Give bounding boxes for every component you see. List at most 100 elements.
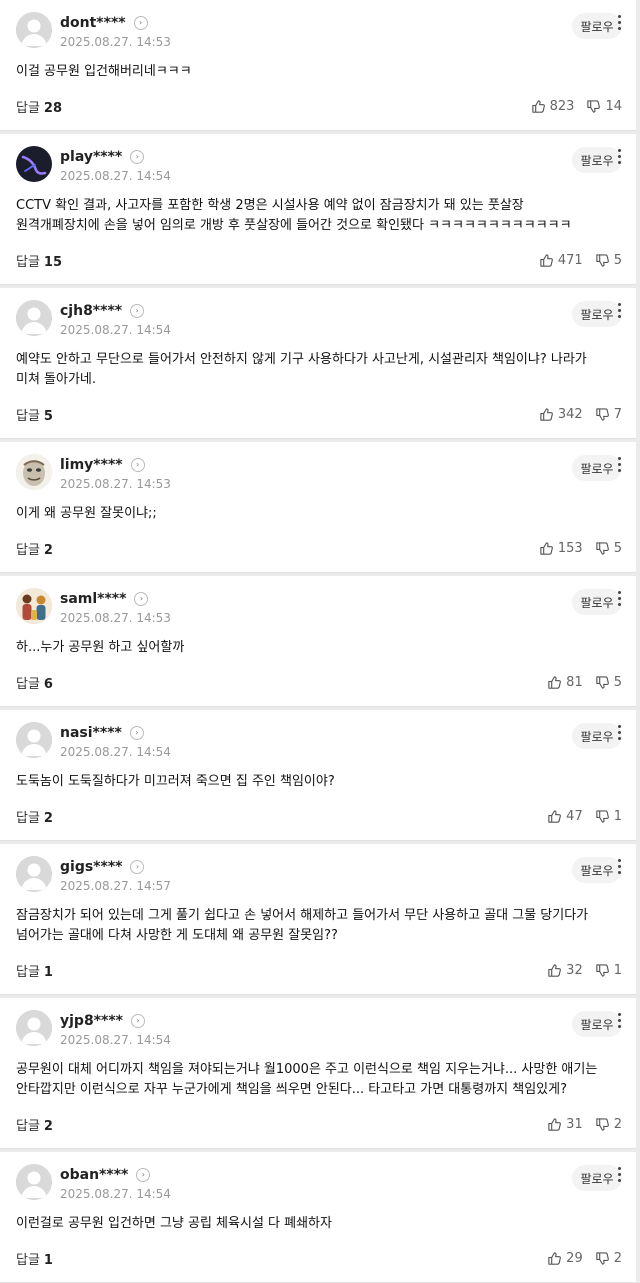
- comment-text: 공무원이 대체 어디까지 책임을 져야되는거냐 월1000은 주고 이런식으로 …: [16, 1062, 598, 1097]
- like-button[interactable]: 342: [539, 407, 583, 422]
- follow-button[interactable]: 팔로우: [572, 723, 622, 749]
- like-count: 823: [549, 98, 575, 114]
- dislike-button[interactable]: 5: [595, 253, 622, 268]
- comment-item: saml**** › 2025.08.27. 14:53 팔로우 하...누가 …: [0, 576, 636, 707]
- dislike-button[interactable]: 1: [595, 809, 622, 824]
- dislike-button[interactable]: 1: [595, 963, 622, 978]
- reply-button[interactable]: 답글 6: [16, 673, 53, 692]
- thumbs-down-icon: [596, 253, 609, 267]
- profile-arrow-icon[interactable]: ›: [129, 726, 144, 740]
- dislike-button[interactable]: 7: [595, 407, 622, 422]
- avatar[interactable]: [16, 722, 52, 758]
- dislike-count: 2: [613, 1116, 622, 1132]
- nickname[interactable]: nasi****: [60, 725, 122, 741]
- follow-button[interactable]: 팔로우: [572, 1011, 622, 1037]
- follow-button[interactable]: 팔로우: [572, 857, 622, 883]
- more-options-icon[interactable]: [616, 1013, 622, 1028]
- more-options-icon[interactable]: [616, 303, 622, 318]
- dislike-button[interactable]: 14: [586, 99, 622, 114]
- nickname[interactable]: limy****: [60, 457, 123, 473]
- dislike-button[interactable]: 5: [595, 541, 622, 556]
- avatar[interactable]: [16, 300, 52, 336]
- dislike-button[interactable]: 5: [595, 675, 622, 690]
- avatar[interactable]: [16, 1010, 52, 1046]
- thumbs-down-icon: [596, 963, 609, 977]
- profile-arrow-icon[interactable]: ›: [130, 860, 145, 874]
- reply-label: 답글: [16, 676, 40, 692]
- profile-arrow-icon[interactable]: ›: [130, 304, 145, 318]
- reply-count: 28: [43, 100, 63, 116]
- comment-date: 2025.08.27. 14:53: [60, 35, 171, 49]
- more-options-icon[interactable]: [616, 149, 622, 164]
- nickname[interactable]: play****: [60, 149, 122, 165]
- thumbs-up-icon: [548, 1117, 562, 1131]
- reply-button[interactable]: 답글 1: [16, 961, 53, 980]
- nickname[interactable]: yjp8****: [60, 1013, 123, 1029]
- nickname[interactable]: gigs****: [60, 859, 122, 875]
- comment-text: 하...누가 공무원 하고 싶어할까: [16, 640, 185, 655]
- dislike-count: 1: [613, 962, 622, 978]
- more-options-icon[interactable]: [616, 457, 622, 472]
- thumbs-down-icon: [596, 541, 609, 555]
- reply-count: 1: [43, 964, 53, 980]
- profile-arrow-icon[interactable]: ›: [136, 1168, 151, 1182]
- avatar[interactable]: [16, 12, 52, 48]
- reply-button[interactable]: 답글 2: [16, 539, 53, 558]
- profile-arrow-icon[interactable]: ›: [130, 458, 145, 472]
- avatar[interactable]: [16, 454, 52, 490]
- nickname[interactable]: dont****: [60, 15, 126, 31]
- comment-text: 예약도 안하고 무단으로 들어가서 안전하지 않게 기구 사용하다가 사고난게,…: [16, 352, 587, 387]
- reply-button[interactable]: 답글 2: [16, 807, 53, 826]
- follow-button[interactable]: 팔로우: [572, 455, 622, 481]
- reply-label: 답글: [16, 810, 40, 826]
- thumbs-up-icon: [548, 809, 562, 823]
- more-options-icon[interactable]: [616, 725, 622, 740]
- reply-button[interactable]: 답글 15: [16, 251, 62, 270]
- reply-button[interactable]: 답글 28: [16, 97, 62, 116]
- more-options-icon[interactable]: [616, 591, 622, 606]
- reply-button[interactable]: 답글 2: [16, 1115, 53, 1134]
- like-button[interactable]: 47: [547, 809, 583, 824]
- avatar[interactable]: [16, 1164, 52, 1200]
- follow-button[interactable]: 팔로우: [572, 1165, 622, 1191]
- avatar[interactable]: [16, 588, 52, 624]
- follow-button[interactable]: 팔로우: [572, 13, 622, 39]
- dislike-button[interactable]: 2: [595, 1117, 622, 1132]
- like-button[interactable]: 153: [539, 541, 583, 556]
- like-button[interactable]: 81: [547, 675, 583, 690]
- default-avatar-icon: [16, 1010, 52, 1046]
- more-options-icon[interactable]: [616, 15, 622, 30]
- like-button[interactable]: 471: [539, 253, 583, 268]
- comment-date: 2025.08.27. 14:53: [60, 477, 171, 491]
- profile-image-icon: [16, 454, 52, 490]
- profile-arrow-icon[interactable]: ›: [130, 150, 145, 164]
- comment-text: 이걸 공무원 입건해버리네ㅋㅋㅋ: [16, 64, 192, 79]
- like-button[interactable]: 31: [547, 1117, 583, 1132]
- thumbs-up-icon: [540, 541, 553, 555]
- thumbs-up-icon: [548, 675, 562, 689]
- comment-text: 도둑놈이 도둑질하다가 미끄러져 죽으면 집 주인 책임이야?: [16, 774, 335, 789]
- profile-arrow-icon[interactable]: ›: [134, 592, 149, 606]
- reply-button[interactable]: 답글 5: [16, 405, 53, 424]
- profile-arrow-icon[interactable]: ›: [133, 16, 148, 30]
- reply-button[interactable]: 답글 1: [16, 1249, 53, 1268]
- nickname[interactable]: saml****: [60, 591, 126, 607]
- follow-button[interactable]: 팔로우: [572, 147, 622, 173]
- dislike-button[interactable]: 2: [595, 1251, 622, 1266]
- like-button[interactable]: 32: [547, 963, 583, 978]
- more-options-icon[interactable]: [616, 1167, 622, 1182]
- avatar[interactable]: [16, 146, 52, 182]
- like-button[interactable]: 823: [531, 98, 575, 114]
- profile-arrow-icon[interactable]: ›: [130, 1014, 145, 1028]
- follow-button[interactable]: 팔로우: [572, 589, 622, 615]
- nickname[interactable]: cjh8****: [60, 303, 122, 319]
- avatar[interactable]: [16, 856, 52, 892]
- nickname[interactable]: oban****: [60, 1167, 128, 1183]
- like-button[interactable]: 29: [547, 1251, 583, 1266]
- reply-label: 답글: [16, 100, 40, 116]
- dislike-count: 2: [613, 1250, 622, 1266]
- follow-button[interactable]: 팔로우: [572, 301, 622, 327]
- more-options-icon[interactable]: [616, 859, 622, 874]
- default-avatar-icon: [16, 300, 52, 336]
- reply-count: 2: [43, 810, 53, 826]
